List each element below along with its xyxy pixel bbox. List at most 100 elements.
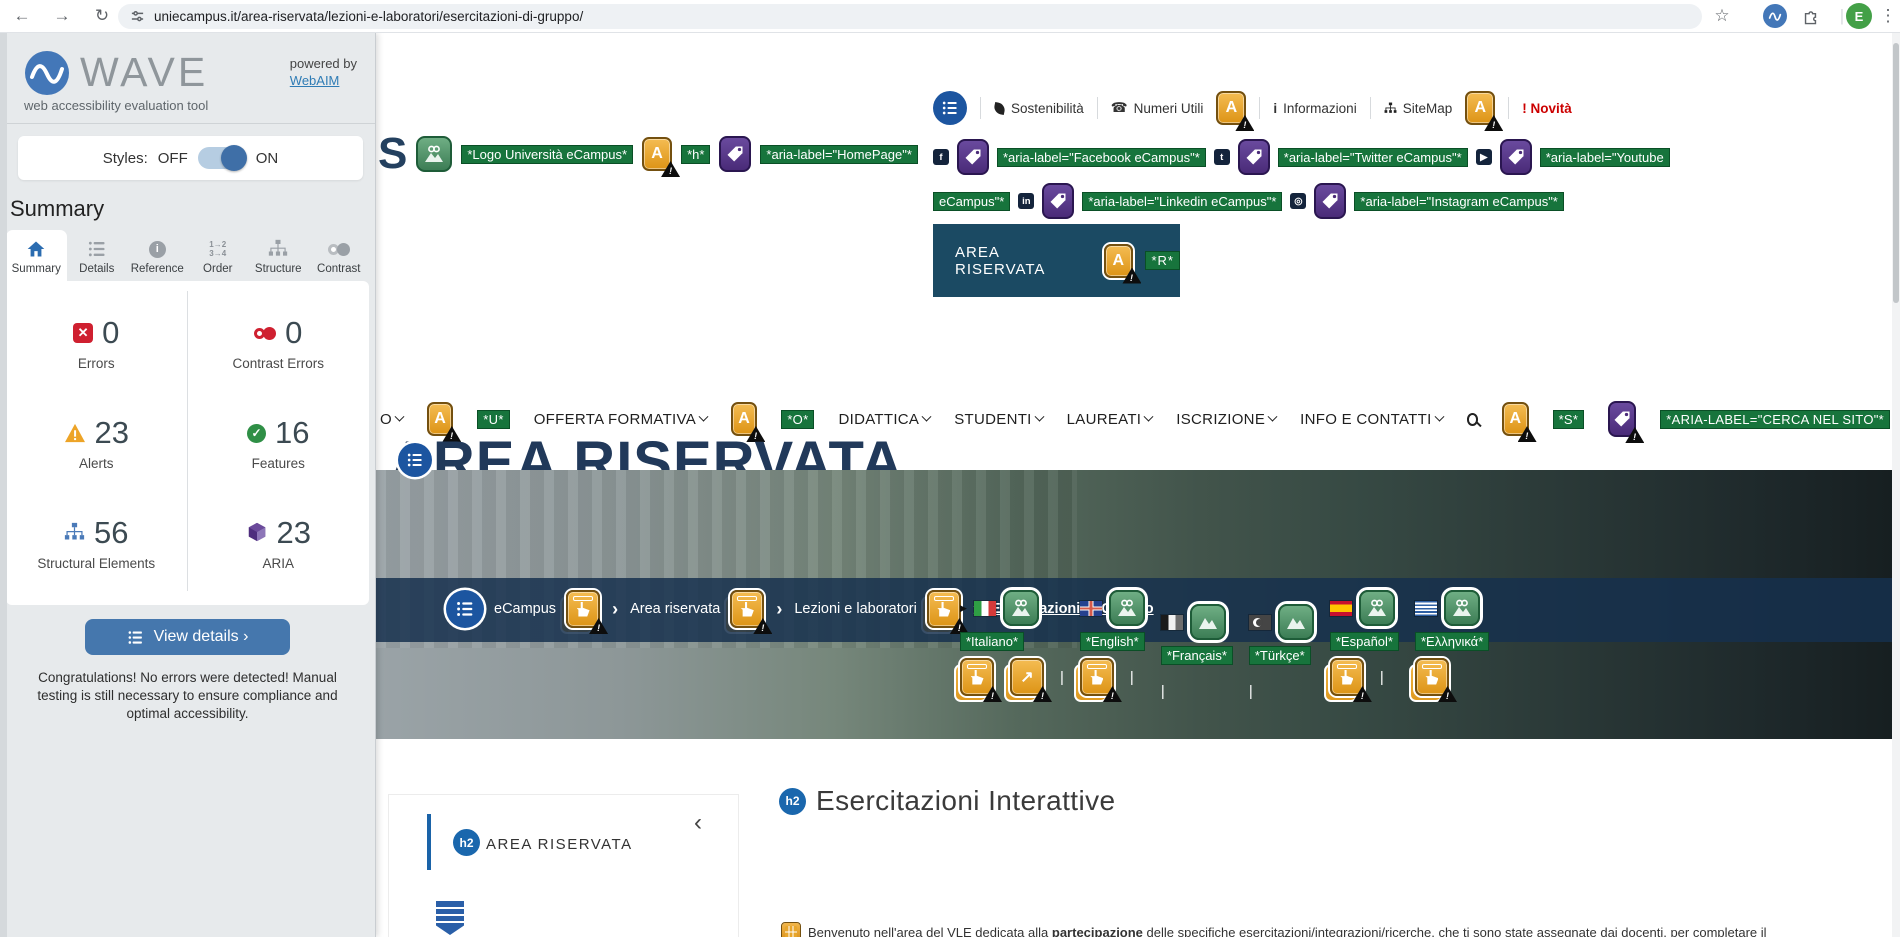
utility-informazioni[interactable]: i Informazioni	[1273, 101, 1356, 116]
flag-spain-icon[interactable]	[1329, 600, 1352, 616]
logo-fragment[interactable]: S	[378, 129, 407, 179]
stat-structural[interactable]: 56 Structural Elements	[6, 491, 188, 591]
linked-image-icon[interactable]	[416, 136, 453, 172]
lang-italiano[interactable]: ▶ *Italiano* ! ↗! |	[954, 588, 1064, 711]
image-icon[interactable]	[1277, 604, 1314, 640]
breadcrumb-area-riservata[interactable]: Area riservata	[630, 601, 720, 617]
nav-studenti[interactable]: STUDENTI	[954, 411, 1045, 428]
tab-summary[interactable]: Summary	[6, 230, 67, 281]
lang-english[interactable]: *English* ! |	[1073, 588, 1145, 711]
redundant-link-alert-icon[interactable]: !	[560, 590, 609, 634]
linked-image-icon[interactable]	[1108, 590, 1145, 626]
breadcrumb-home[interactable]: eCampus	[494, 601, 556, 617]
utility-sostenibilita[interactable]: Sostenibilità	[992, 101, 1084, 116]
list-structure-icon[interactable]	[398, 443, 432, 477]
list-structure-icon[interactable]	[933, 91, 967, 125]
site-info-icon[interactable]	[130, 9, 145, 24]
profile-avatar[interactable]: E	[1846, 3, 1872, 29]
utility-novita[interactable]: ! Novità	[1522, 101, 1572, 116]
accesskey-alert-icon[interactable]: A!	[1216, 91, 1255, 131]
redundant-link-alert-icon[interactable]: !	[954, 658, 1002, 702]
linked-image-icon[interactable]	[1002, 590, 1039, 626]
collapse-chevron-icon[interactable]: ‹	[694, 809, 702, 837]
accesskey-alert-icon[interactable]: A!	[1103, 243, 1142, 284]
stat-errors[interactable]: ✕ 0 Errors	[6, 291, 188, 391]
aria-tag-icon[interactable]	[957, 139, 989, 175]
redundant-link-alert-icon[interactable]: !	[724, 590, 773, 634]
tab-details[interactable]: Details	[67, 230, 128, 281]
webaim-link[interactable]: WebAIM	[290, 73, 340, 88]
nav-iscrizione[interactable]: ISCRIZIONE	[1176, 411, 1278, 428]
redundant-link-alert-icon[interactable]: !	[920, 590, 969, 634]
search-icon[interactable]	[1466, 412, 1479, 426]
redundant-link-alert-icon[interactable]: !	[1073, 658, 1122, 702]
sidebar-item-area-riservata[interactable]: AREA RISERVATA	[486, 836, 633, 853]
accesskey-alert-icon[interactable]: A!	[1465, 91, 1504, 131]
image-icon[interactable]	[1189, 604, 1226, 640]
h2-badge-icon[interactable]: h2	[453, 829, 480, 856]
stat-aria[interactable]: 23 ARIA	[188, 491, 370, 591]
redundant-link-alert-icon[interactable]: !	[1408, 658, 1457, 702]
aria-tag-icon[interactable]	[1237, 139, 1270, 175]
tab-reference[interactable]: i Reference	[127, 230, 188, 281]
h2-badge-icon[interactable]: h2	[779, 787, 806, 815]
nav-offerta-formativa[interactable]: OFFERTA FORMATIVA	[534, 411, 709, 428]
nav-info-contatti[interactable]: INFO E CONTATTI	[1300, 411, 1445, 428]
bookmark-star-icon[interactable]: ☆	[1708, 2, 1736, 30]
aria-tag-icon[interactable]	[719, 136, 752, 172]
accesskey-annotation: *S*	[1552, 409, 1585, 429]
stat-contrast-errors[interactable]: 0 Contrast Errors	[188, 291, 370, 391]
aria-tag-icon[interactable]	[1042, 183, 1075, 219]
twitter-icon[interactable]: t	[1213, 149, 1230, 165]
list-structure-icon[interactable]	[446, 590, 484, 628]
styles-toggle[interactable]	[197, 145, 247, 171]
stat-alerts[interactable]: 23 Alerts	[6, 391, 188, 491]
area-riservata-button[interactable]: AREA RISERVATA A! *R*	[933, 224, 1180, 297]
nav-didattica[interactable]: DIDATTICA	[838, 411, 932, 428]
view-details-button[interactable]: View details ›	[85, 619, 290, 655]
youtube-icon[interactable]: ▶	[1475, 149, 1492, 165]
lang-espanol[interactable]: *Español* ! |	[1323, 588, 1399, 711]
tab-structure[interactable]: Structure	[248, 230, 309, 281]
flag-uk-icon[interactable]	[1079, 600, 1102, 616]
new-window-alert-icon[interactable]: ↗!	[1004, 658, 1052, 702]
flag-greece-icon[interactable]	[1414, 600, 1437, 616]
flag-italy-icon[interactable]	[973, 600, 996, 616]
scrollbar-thumb[interactable]	[1893, 43, 1899, 303]
reload-icon[interactable]: ↻	[88, 2, 116, 30]
aria-tag-icon[interactable]	[1314, 183, 1347, 219]
facebook-icon[interactable]: f	[933, 149, 949, 165]
tab-contrast[interactable]: Contrast	[309, 230, 370, 281]
toggle-knob[interactable]	[220, 145, 247, 171]
extensions-puzzle-icon[interactable]	[1796, 2, 1824, 30]
linked-image-icon[interactable]	[1443, 590, 1480, 626]
nav-fragment[interactable]: O	[380, 411, 405, 428]
url-text[interactable]: uniecampus.it/area-riservata/lezioni-e-l…	[154, 9, 583, 24]
back-icon[interactable]: ←	[8, 2, 36, 30]
linked-image-icon[interactable]	[1358, 590, 1395, 626]
aria-tag-icon[interactable]: !	[1608, 401, 1645, 443]
lang-ellinika[interactable]: *Ελληνικά* !	[1408, 588, 1490, 711]
utility-sitemap[interactable]: SiteMap	[1384, 101, 1452, 116]
lang-turkce[interactable]: *Türkçe* |	[1248, 588, 1314, 711]
accesskey-alert-icon[interactable]: A!	[1502, 402, 1537, 442]
aria-tag-icon[interactable]	[1499, 139, 1532, 175]
wave-extension-icon[interactable]	[1763, 4, 1787, 28]
accesskey-alert-icon[interactable]: A!	[642, 137, 681, 177]
linkedin-icon[interactable]: in	[1018, 193, 1035, 209]
flag-turkey-icon[interactable]	[1248, 614, 1271, 630]
instagram-icon[interactable]: ◎	[1290, 193, 1307, 209]
nav-laureati[interactable]: LAUREATI	[1067, 411, 1154, 428]
tab-order[interactable]: 1→2 3→4 Order	[188, 230, 249, 281]
table-alert-icon[interactable]	[781, 922, 801, 937]
url-bar[interactable]: uniecampus.it/area-riservata/lezioni-e-l…	[118, 4, 1702, 29]
breadcrumb-lezioni[interactable]: Lezioni e laboratori	[794, 601, 917, 617]
browser-menu-icon[interactable]: ⋮	[1874, 2, 1900, 30]
page-scrollbar[interactable]	[1892, 33, 1900, 937]
forward-icon[interactable]: →	[48, 2, 76, 30]
stat-features[interactable]: ✓ 16 Features	[188, 391, 370, 491]
utility-numeri-utili[interactable]: ☎ Numeri Utili	[1111, 100, 1204, 116]
lang-francais[interactable]: *Français* |	[1160, 588, 1233, 711]
redundant-link-alert-icon[interactable]: !	[1323, 658, 1372, 702]
flag-france-icon[interactable]	[1160, 614, 1183, 630]
